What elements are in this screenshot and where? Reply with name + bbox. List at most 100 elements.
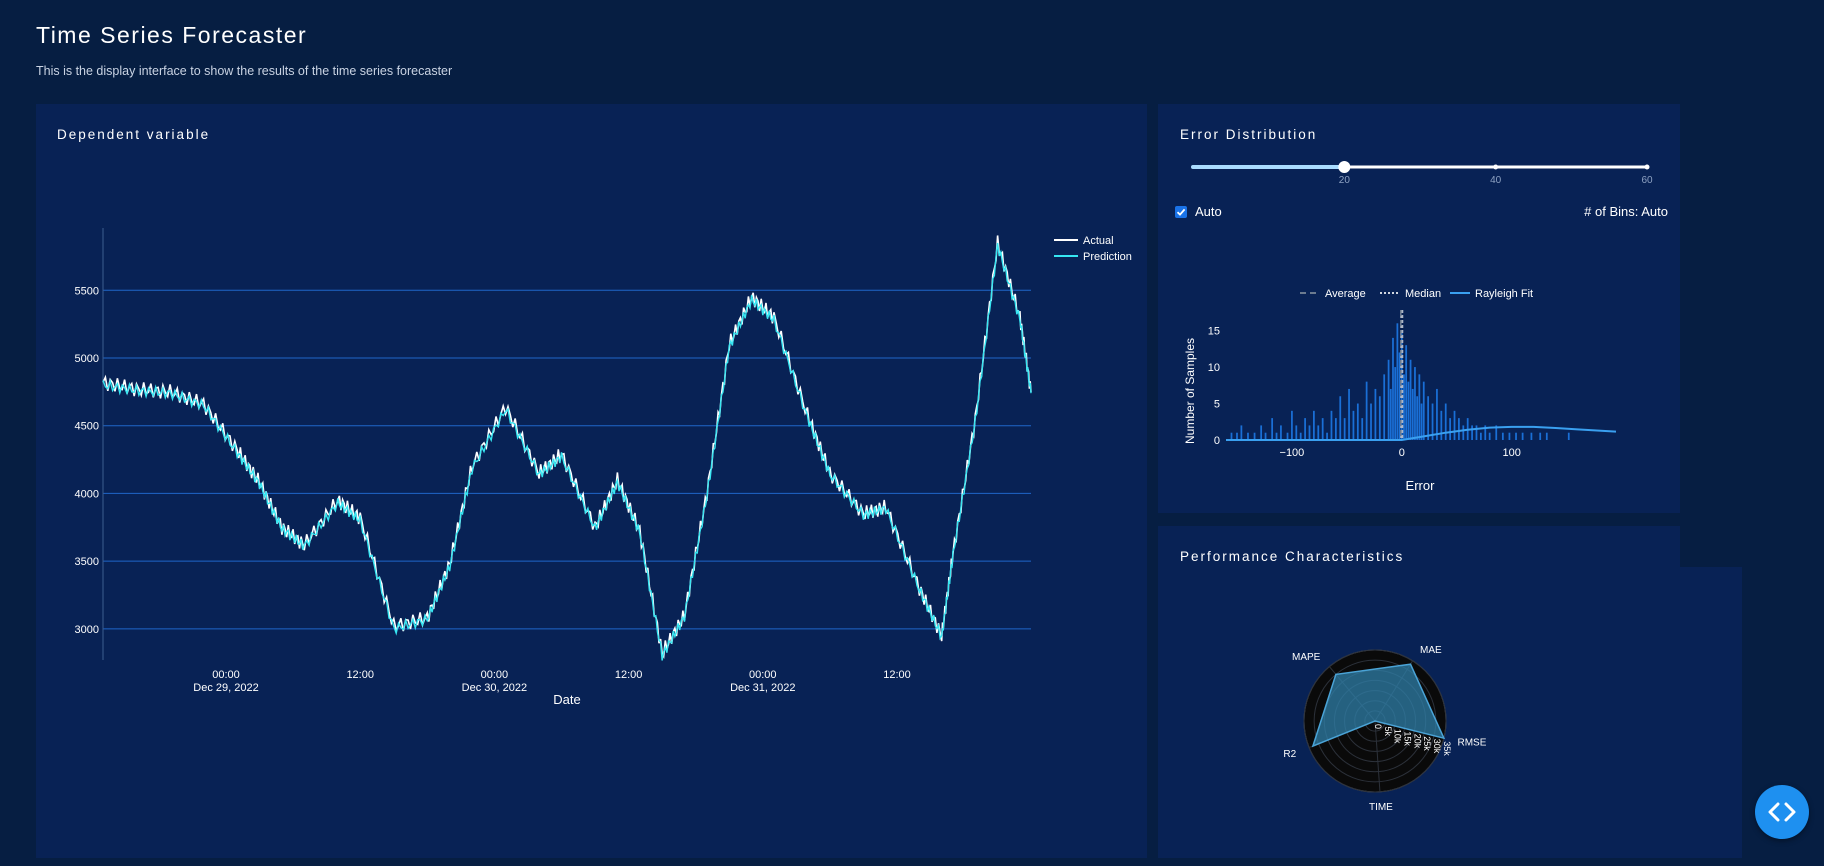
- chart-legend[interactable]: Actual Prediction: [1054, 235, 1132, 263]
- histogram-bar[interactable]: [1515, 432, 1517, 440]
- histogram-bar[interactable]: [1403, 374, 1405, 440]
- slider-dot: [1493, 164, 1499, 170]
- histogram-bar[interactable]: [1343, 418, 1346, 440]
- x-tick-date: Dec 29, 2022: [193, 682, 258, 694]
- histogram-bar[interactable]: [1260, 425, 1263, 440]
- histogram-bar[interactable]: [1361, 418, 1364, 440]
- histogram-bar[interactable]: [1271, 418, 1274, 440]
- histogram-bar[interactable]: [1521, 432, 1524, 440]
- histogram-bar[interactable]: [1394, 367, 1397, 440]
- histogram-bar[interactable]: [1370, 403, 1372, 440]
- histogram-bar[interactable]: [1462, 425, 1465, 440]
- histogram-bar[interactable]: [1352, 410, 1355, 440]
- histogram-bar[interactable]: [1471, 425, 1473, 440]
- histogram-bar[interactable]: [1396, 323, 1399, 440]
- histogram-bar[interactable]: [1299, 432, 1302, 440]
- histogram-bar[interactable]: [1313, 410, 1315, 440]
- legend-label[interactable]: Actual: [1083, 235, 1114, 247]
- auto-bins-toggle[interactable]: Auto: [1175, 204, 1222, 219]
- histogram-bar[interactable]: [1240, 425, 1243, 440]
- histogram-bar[interactable]: [1422, 381, 1425, 440]
- series-line-prediction[interactable]: [102, 242, 1032, 661]
- histogram-bar[interactable]: [1389, 388, 1392, 440]
- series-line-actual[interactable]: [102, 235, 1032, 660]
- hist-x-tick: 0: [1399, 447, 1405, 459]
- histogram-bar[interactable]: [1449, 418, 1451, 440]
- radar-tick-label: 20k: [1412, 734, 1422, 749]
- performance-chart-area: MAE RMSE TIME R2 MAPE 0 5k 10k 15k 20k 25k 30k 35k: [1158, 567, 1742, 858]
- histogram-bar[interactable]: [1334, 418, 1337, 440]
- histogram-bar[interactable]: [1378, 396, 1381, 440]
- histogram-bar[interactable]: [1416, 396, 1419, 440]
- performance-radar-chart[interactable]: MAE RMSE TIME R2 MAPE 0 5k 10k 15k 20k 25k 30k 35k: [1158, 567, 1742, 858]
- histogram-bar[interactable]: [1383, 374, 1386, 440]
- histogram-bar[interactable]: [1545, 432, 1548, 440]
- hist-x-tick: −100: [1280, 447, 1305, 459]
- histogram-bar[interactable]: [1539, 432, 1542, 440]
- histogram-bar[interactable]: [1304, 418, 1306, 440]
- histogram-bar[interactable]: [1339, 396, 1342, 440]
- histogram-bar[interactable]: [1530, 432, 1533, 440]
- performance-title: Performance Characteristics: [1180, 549, 1405, 564]
- histogram-bar[interactable]: [1458, 418, 1460, 440]
- histogram-bar[interactable]: [1330, 410, 1333, 440]
- x-axis-label: Date: [553, 692, 580, 707]
- radar-tick-label: 35k: [1442, 741, 1452, 756]
- hist-x-tick: 100: [1502, 447, 1520, 459]
- histogram-bar[interactable]: [1508, 432, 1511, 440]
- histogram-bar[interactable]: [1230, 432, 1233, 440]
- histogram-bar[interactable]: [1475, 425, 1478, 440]
- histogram-bar[interactable]: [1387, 359, 1390, 440]
- histogram-bar[interactable]: [1407, 381, 1410, 440]
- checkbox-icon[interactable]: [1175, 205, 1187, 218]
- y-tick-label: 4500: [75, 421, 99, 433]
- histogram-bar[interactable]: [1501, 432, 1504, 440]
- hist-legend-label[interactable]: Rayleigh Fit: [1475, 288, 1533, 300]
- hist-legend-label[interactable]: Median: [1405, 288, 1441, 300]
- histogram-legend[interactable]: Average Median Rayleigh Fit: [1300, 288, 1533, 300]
- histogram-bar[interactable]: [1308, 425, 1311, 440]
- histogram-bar[interactable]: [1247, 432, 1249, 440]
- histogram-bar[interactable]: [1264, 432, 1267, 440]
- histogram-bar[interactable]: [1405, 345, 1408, 440]
- histogram-bar[interactable]: [1427, 396, 1430, 440]
- histogram-bar[interactable]: [1411, 388, 1414, 440]
- histogram-bar[interactable]: [1326, 432, 1328, 440]
- bins-count-label: # of Bins: Auto: [1584, 204, 1668, 219]
- histogram-bar[interactable]: [1348, 388, 1350, 440]
- histogram-bar[interactable]: [1409, 359, 1412, 440]
- histogram-bar[interactable]: [1356, 403, 1359, 440]
- histogram-bar[interactable]: [1295, 425, 1298, 440]
- code-toggle-button[interactable]: [1755, 785, 1809, 839]
- dependent-variable-chart[interactable]: 300035004000450050005500 00:00Dec 29, 20…: [36, 104, 1147, 858]
- histogram-bar[interactable]: [1280, 425, 1282, 440]
- error-histogram[interactable]: Average Median Rayleigh Fit 0 5 10 15 −100 0 100…: [1158, 276, 1680, 506]
- histogram-bar[interactable]: [1436, 388, 1438, 440]
- histogram-bar[interactable]: [1291, 410, 1293, 440]
- histogram-bar[interactable]: [1453, 410, 1456, 440]
- histogram-bar[interactable]: [1374, 388, 1377, 440]
- histogram-bar[interactable]: [1567, 432, 1570, 440]
- hist-legend-label[interactable]: Average: [1325, 288, 1366, 300]
- histogram-bar[interactable]: [1440, 410, 1443, 440]
- slider-handle[interactable]: [1338, 161, 1351, 173]
- histogram-bar[interactable]: [1488, 432, 1491, 440]
- histogram-bar[interactable]: [1275, 432, 1278, 440]
- histogram-bar[interactable]: [1392, 337, 1394, 440]
- histogram-bar[interactable]: [1365, 381, 1368, 440]
- histogram-bar[interactable]: [1317, 425, 1320, 440]
- histogram-bar[interactable]: [1420, 403, 1423, 440]
- histogram-bar[interactable]: [1321, 418, 1324, 440]
- histogram-bar[interactable]: [1286, 432, 1289, 440]
- x-tick-label: 00:00: [212, 669, 240, 681]
- histogram-bar[interactable]: [1444, 403, 1447, 440]
- histogram-bar[interactable]: [1414, 367, 1416, 440]
- histogram-bar[interactable]: [1479, 432, 1482, 440]
- y-tick-label: 3500: [75, 556, 99, 568]
- auto-label: Auto: [1195, 204, 1222, 219]
- legend-label[interactable]: Prediction: [1083, 251, 1132, 263]
- histogram-bar[interactable]: [1253, 432, 1256, 440]
- histogram-bar[interactable]: [1418, 374, 1421, 440]
- histogram-bar[interactable]: [1236, 432, 1238, 440]
- hist-y-tick: 5: [1214, 399, 1220, 411]
